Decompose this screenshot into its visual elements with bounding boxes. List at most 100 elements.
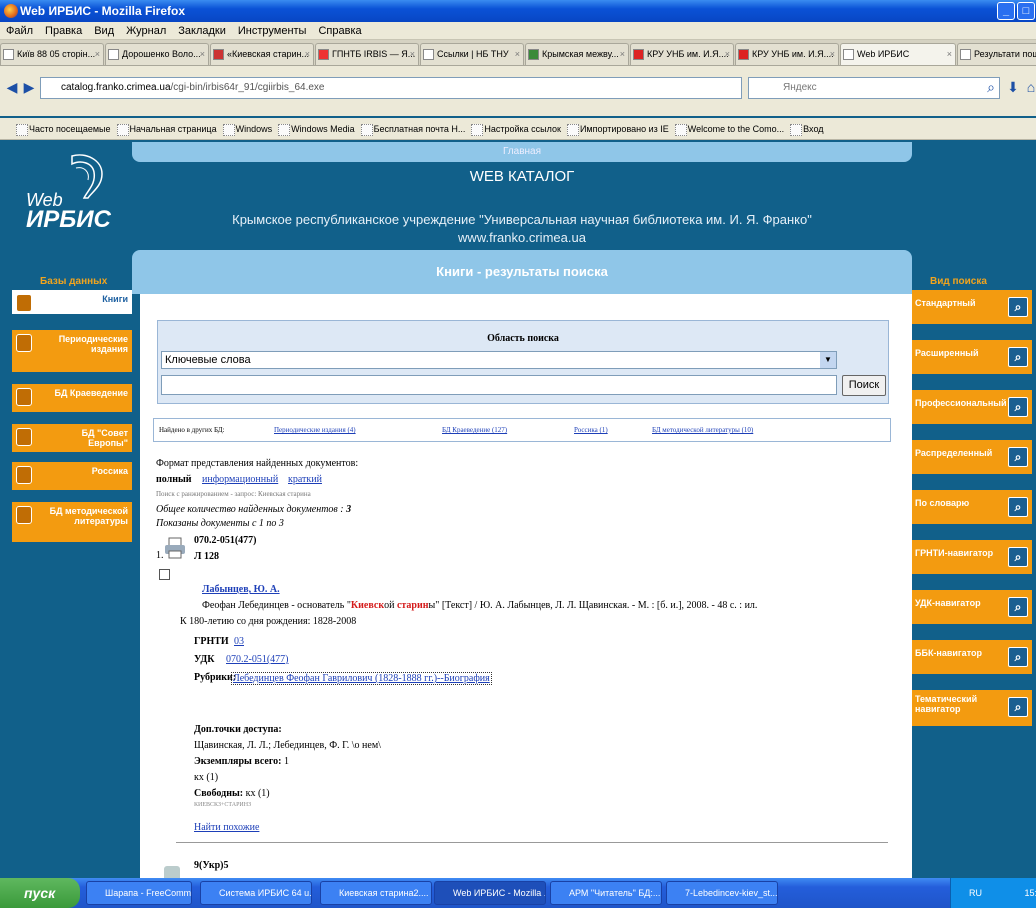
close-tab-icon[interactable]: ×: [200, 44, 205, 65]
tab[interactable]: ГПНТБ IRBIS — Я... ×: [315, 43, 419, 65]
printer-icon[interactable]: [164, 536, 186, 560]
database-icon: [16, 466, 32, 484]
taskbar-button[interactable]: АРМ "Читатель" БД:...: [550, 881, 662, 905]
found-link-rossica[interactable]: Россика (1): [574, 419, 608, 441]
close-tab-icon[interactable]: ×: [95, 44, 100, 65]
copies-label: Экземпляры всего:: [194, 756, 282, 767]
menu-file[interactable]: Файл: [0, 22, 39, 40]
search-type-bbk[interactable]: ББК-навигатор ⌕: [912, 640, 1032, 674]
forward-icon[interactable]: ▶: [20, 76, 38, 98]
magnifier-icon: ⌕: [1008, 597, 1028, 617]
close-tab-icon[interactable]: ×: [830, 44, 835, 65]
tab[interactable]: Крымская межву... ×: [525, 43, 629, 65]
tab[interactable]: КРУ УНБ им. И.Я.... ×: [630, 43, 734, 65]
address-bar[interactable]: catalog.franko.crimea.ua/cgi-bin/irbis64…: [40, 77, 742, 99]
tab-active[interactable]: Web ИРБИС ×: [840, 43, 956, 65]
search-type-extended[interactable]: Расширенный ⌕: [912, 340, 1032, 374]
search-icon[interactable]: ⌕: [982, 76, 1000, 98]
bookmark-item[interactable]: Windows: [221, 118, 277, 139]
bookmark-item[interactable]: Вход: [788, 118, 827, 139]
menu-bar: Файл Правка Вид Журнал Закладки Инструменты Сп…: [0, 22, 1036, 40]
search-type-thematic[interactable]: Тематический навигатор ⌕: [912, 690, 1032, 726]
printer-icon[interactable]: [164, 866, 180, 878]
minimize-button[interactable]: _: [997, 2, 1015, 20]
start-button[interactable]: пуск: [0, 878, 80, 908]
tab[interactable]: Дорошенко Воло... ×: [105, 43, 209, 65]
taskbar-button[interactable]: Киевская старина2....: [320, 881, 432, 905]
language-indicator[interactable]: RU: [969, 888, 982, 898]
menu-history[interactable]: Журнал: [120, 22, 172, 40]
taskbar-button-active[interactable]: Web ИРБИС - Mozilla ...: [434, 881, 546, 905]
close-tab-icon[interactable]: ×: [515, 44, 520, 65]
site-icon: [318, 49, 329, 60]
query-input[interactable]: [161, 375, 837, 395]
close-tab-icon[interactable]: ×: [620, 44, 625, 65]
taskbar-button[interactable]: 7-Lebedincev-kiev_st...: [666, 881, 778, 905]
menu-help[interactable]: Справка: [312, 22, 367, 40]
download-icon[interactable]: ⬇: [1004, 76, 1022, 98]
db-item-local-history[interactable]: БД Краеведение: [12, 384, 132, 412]
content-header: Книги - результаты поиска: [132, 250, 912, 294]
tab[interactable]: КРУ УНБ им. И.Я.... ×: [735, 43, 839, 65]
close-tab-icon[interactable]: ×: [725, 44, 730, 65]
find-similar-link[interactable]: Найти похожие: [194, 822, 259, 833]
format-short[interactable]: краткий: [288, 474, 322, 485]
db-item-council-europe[interactable]: БД "Совет Европы": [12, 424, 132, 452]
tab-label: КРУ УНБ им. И.Я....: [752, 49, 834, 59]
home-icon[interactable]: ⌂: [1022, 76, 1036, 98]
menu-view[interactable]: Вид: [88, 22, 120, 40]
db-item-periodicals[interactable]: Периодические издания: [12, 330, 132, 372]
search-button[interactable]: Поиск: [842, 375, 886, 396]
tab[interactable]: Ссылки | НБ ТНУ ×: [420, 43, 524, 65]
result-author[interactable]: Лабынцев, Ю. А.: [202, 584, 280, 595]
db-item-rossica[interactable]: Россика: [12, 462, 132, 490]
bookmark-item[interactable]: Начальная страница: [115, 118, 221, 139]
search-type-grnti[interactable]: ГРНТИ-навигатор ⌕: [912, 540, 1032, 574]
site-icon: [213, 49, 224, 60]
close-tab-icon[interactable]: ×: [305, 44, 310, 65]
bookmark-item[interactable]: Настройка ссылок: [469, 118, 565, 139]
bookmark-item[interactable]: Windows Media: [276, 118, 359, 139]
total-value: 3: [346, 504, 352, 515]
irbis-logo: Web ИРБИС: [14, 146, 124, 246]
bookmark-folder[interactable]: Импортировано из IE: [565, 118, 673, 139]
menu-tools[interactable]: Инструменты: [232, 22, 313, 40]
udk-link[interactable]: 070.2-051(477): [226, 654, 289, 665]
close-tab-icon[interactable]: ×: [410, 44, 415, 65]
tab-label: ГПНТБ IRBIS — Я...: [332, 49, 416, 59]
tab[interactable]: Результати пошу...×: [957, 43, 1036, 65]
found-link-methodical[interactable]: БД методической литературы (10): [652, 419, 753, 441]
menu-bookmarks[interactable]: Закладки: [172, 22, 232, 40]
rubric-link[interactable]: Лебединцев Феофан Гаврилович (1828-1888 …: [231, 672, 492, 685]
bookmark-item[interactable]: Часто посещаемые: [14, 118, 115, 139]
tab[interactable]: «Киевская старин... ×: [210, 43, 314, 65]
search-area-select[interactable]: Ключевые слова ▼: [161, 351, 837, 369]
search-type-udk[interactable]: УДК-навигатор ⌕: [912, 590, 1032, 624]
bookmark-item[interactable]: Бесплатная почта H...: [359, 118, 470, 139]
taskbar-button[interactable]: Шарапа - FreeComm...: [86, 881, 192, 905]
result-code-1: 9(Укр)5: [194, 860, 229, 871]
found-link-local-history[interactable]: БД Краеведение (127): [442, 419, 507, 441]
back-icon[interactable]: ◀: [3, 76, 21, 98]
bookmark-item[interactable]: Welcome to the Como...: [673, 118, 788, 139]
search-type-dictionary[interactable]: По словарю ⌕: [912, 490, 1032, 524]
format-informational[interactable]: информационный: [202, 474, 278, 485]
search-area-value: Ключевые слова: [165, 354, 251, 366]
search-type-distributed[interactable]: Распределенный ⌕: [912, 440, 1032, 474]
db-item-books[interactable]: Книги: [12, 290, 132, 314]
tab[interactable]: Київ 88 05 сторін... ×: [0, 43, 104, 65]
database-icon: [16, 388, 32, 406]
search-type-professional[interactable]: Профессиональный ⌕: [912, 390, 1032, 424]
menu-edit[interactable]: Правка: [39, 22, 88, 40]
format-full[interactable]: полный: [156, 474, 192, 485]
close-tab-icon[interactable]: ×: [947, 44, 952, 65]
search-field[interactable]: Яндекс: [748, 77, 1000, 99]
search-type-standard[interactable]: Стандартный ⌕: [912, 290, 1032, 324]
home-link[interactable]: Главная: [132, 142, 912, 162]
grnti-link[interactable]: 03: [234, 636, 244, 647]
result-checkbox[interactable]: [159, 569, 170, 580]
maximize-button[interactable]: □: [1017, 2, 1035, 20]
found-link-periodicals[interactable]: Периодические издания (4): [274, 419, 356, 441]
db-item-methodical[interactable]: БД методической литературы: [12, 502, 132, 542]
taskbar-button[interactable]: Система ИРБИС 64 u...: [200, 881, 312, 905]
